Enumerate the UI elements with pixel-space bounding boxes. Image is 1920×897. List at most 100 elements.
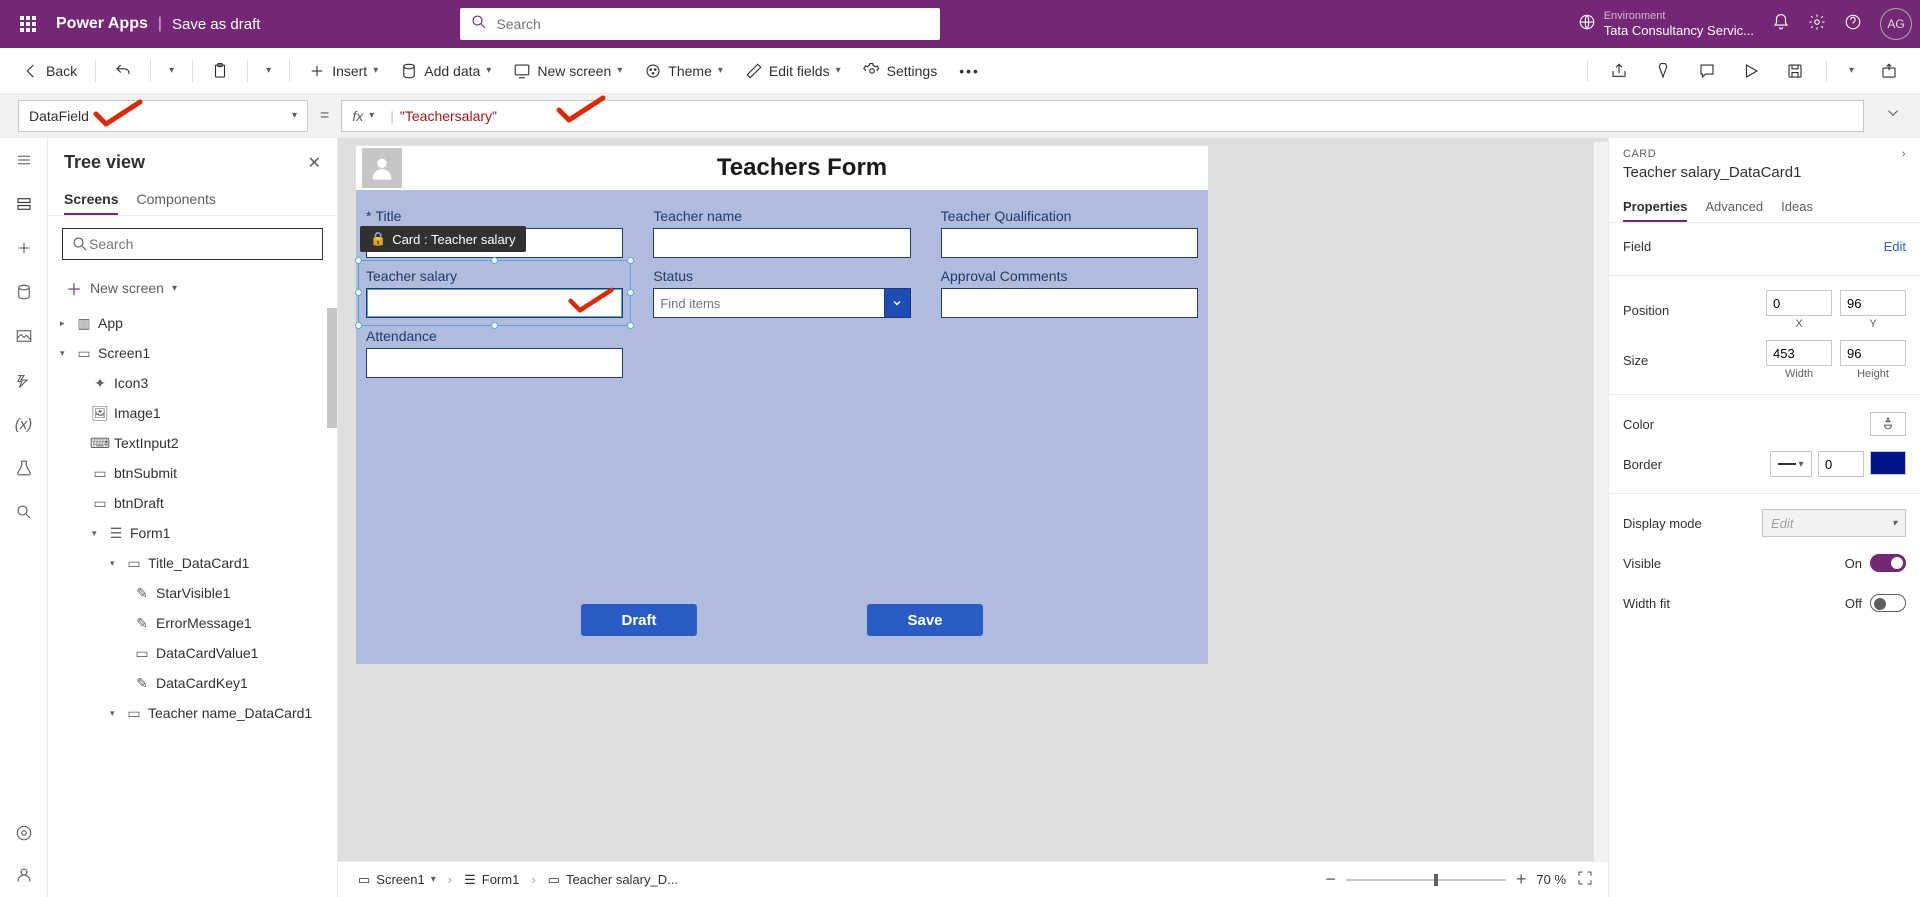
tree-search[interactable] — [62, 228, 323, 260]
tree-node-dcvalue[interactable]: ▭DataCardValue1 — [48, 638, 337, 668]
add-data-button[interactable]: Add data▾ — [392, 58, 499, 84]
input-width[interactable] — [1766, 340, 1832, 366]
play-icon[interactable] — [1734, 58, 1768, 84]
settings-button[interactable]: Settings — [855, 58, 946, 84]
help-icon[interactable] — [1844, 13, 1862, 36]
tab-screens[interactable]: Screens — [64, 185, 118, 215]
property-dropdown[interactable]: DataField ▾ — [18, 100, 308, 132]
back-button[interactable]: Back — [14, 58, 85, 84]
chevron-right-icon[interactable]: › — [1902, 148, 1906, 160]
input-attendance[interactable] — [366, 348, 623, 378]
color-picker[interactable] — [1870, 412, 1906, 436]
rail-data-icon[interactable] — [12, 280, 36, 304]
theme-button[interactable]: Theme▾ — [636, 58, 731, 84]
zoom-slider[interactable] — [1346, 879, 1506, 881]
search-input[interactable] — [496, 16, 930, 32]
display-mode-dropdown[interactable]: Edit▾ — [1762, 509, 1906, 537]
input-pos-x[interactable] — [1766, 290, 1832, 316]
tree-node-btndraft[interactable]: ▭btnDraft — [48, 488, 337, 518]
field-teacher-salary[interactable]: Teacher salary — [366, 268, 623, 318]
save-icon[interactable] — [1778, 58, 1812, 84]
share-icon[interactable] — [1602, 58, 1636, 84]
rail-hamburger-icon[interactable] — [12, 148, 36, 172]
tab-ideas[interactable]: Ideas — [1781, 193, 1813, 222]
tab-components[interactable]: Components — [136, 185, 215, 215]
new-screen-button[interactable]: New screen▾ — [505, 58, 630, 84]
tree-node-dckey[interactable]: ✎DataCardKey1 — [48, 668, 337, 698]
input-approval[interactable] — [941, 288, 1198, 318]
notifications-icon[interactable] — [1772, 13, 1790, 36]
fit-icon[interactable] — [1576, 869, 1594, 890]
tree-node-image1[interactable]: 🖼Image1 — [48, 398, 337, 428]
zoom-in-icon[interactable]: + — [1516, 869, 1527, 890]
toggle-visible[interactable] — [1870, 554, 1906, 572]
toggle-widthfit[interactable] — [1870, 594, 1906, 612]
zoom-out-icon[interactable]: − — [1325, 869, 1336, 890]
rail-media-icon[interactable] — [12, 324, 36, 348]
user-avatar[interactable]: AG — [1880, 8, 1912, 40]
formula-value: "Teachersalary" — [400, 108, 497, 124]
tree-node-icon3[interactable]: ✦Icon3 — [48, 368, 337, 398]
rail-tests-icon[interactable] — [12, 456, 36, 480]
tree-node-textinput2[interactable]: ⌨TextInput2 — [48, 428, 337, 458]
tree-node-app[interactable]: ▸▥App — [48, 308, 337, 338]
app-title: Power Apps — [56, 15, 148, 33]
tab-advanced[interactable]: Advanced — [1705, 193, 1763, 222]
rail-tree-icon[interactable] — [12, 192, 36, 216]
breadcrumb-form[interactable]: ☰Form1 — [458, 870, 525, 890]
tree-node-errormsg[interactable]: ✎ErrorMessage1 — [48, 608, 337, 638]
save-button[interactable]: Save — [867, 604, 983, 636]
title-separator: | — [158, 15, 162, 33]
draft-button[interactable]: Draft — [581, 604, 697, 636]
paste-dropdown[interactable]: ▾ — [258, 61, 279, 80]
rail-flows-icon[interactable] — [12, 368, 36, 392]
environment-selector[interactable]: Environment Tata Consultancy Servic... — [1578, 10, 1754, 39]
formula-bar: DataField ▾ = fx ▾ | "Teachersalary" — [0, 94, 1920, 138]
input-teacher-name[interactable] — [653, 228, 910, 258]
more-button[interactable]: ••• — [951, 59, 988, 83]
input-height[interactable] — [1840, 340, 1906, 366]
tree-node-teachername[interactable]: ▾▭Teacher name_DataCard1 — [48, 698, 337, 728]
paste-button[interactable] — [203, 58, 237, 84]
tree-node-btnsubmit[interactable]: ▭btnSubmit — [48, 458, 337, 488]
breadcrumb-screen[interactable]: ▭Screen1▾ — [352, 870, 442, 890]
breadcrumb-card[interactable]: ▭Teacher salary_D... — [542, 870, 684, 890]
close-icon[interactable]: ✕ — [308, 153, 321, 173]
field-attendance: Attendance — [366, 328, 623, 378]
tree-node-screen1[interactable]: ▾▭Screen1 — [48, 338, 337, 368]
border-style-picker[interactable]: ▾ — [1770, 451, 1812, 477]
tab-properties[interactable]: Properties — [1623, 193, 1687, 222]
insert-button[interactable]: Insert▾ — [300, 58, 386, 84]
rail-insert-icon[interactable] — [12, 236, 36, 260]
comments-icon[interactable] — [1690, 58, 1724, 84]
input-pos-y[interactable] — [1840, 290, 1906, 316]
tree-node-titlecard[interactable]: ▾▭Title_DataCard1 — [48, 548, 337, 578]
input-border-width[interactable] — [1818, 451, 1864, 477]
checker-icon[interactable] — [1646, 58, 1680, 84]
tree-scrollbar[interactable] — [327, 308, 337, 428]
edit-fields-button[interactable]: Edit fields▾ — [737, 58, 849, 84]
rail-variables-icon[interactable]: (x) — [12, 412, 36, 436]
publish-icon[interactable] — [1872, 58, 1906, 84]
save-dropdown[interactable]: ▾ — [1841, 61, 1862, 80]
rail-settings-icon[interactable] — [12, 821, 36, 845]
edit-field-link[interactable]: Edit — [1884, 239, 1906, 254]
input-status[interactable] — [653, 288, 884, 318]
input-teacher-salary[interactable] — [366, 288, 623, 318]
rail-virtual-agent-icon[interactable] — [12, 863, 36, 887]
global-search[interactable] — [460, 8, 940, 40]
app-launcher-icon[interactable] — [8, 16, 48, 32]
undo-dropdown[interactable]: ▾ — [161, 61, 182, 80]
border-color-picker[interactable] — [1870, 451, 1906, 475]
settings-icon[interactable] — [1808, 13, 1826, 36]
formula-input[interactable]: fx ▾ | "Teachersalary" — [341, 100, 1864, 132]
status-dropdown-icon[interactable] — [885, 288, 911, 318]
input-teacher-qual[interactable] — [941, 228, 1198, 258]
tree-node-starvisible[interactable]: ✎StarVisible1 — [48, 578, 337, 608]
tree-node-form1[interactable]: ▾☰Form1 — [48, 518, 337, 548]
rail-search-icon[interactable] — [12, 500, 36, 524]
undo-button[interactable] — [106, 58, 140, 84]
tree-search-input[interactable] — [89, 236, 314, 252]
new-screen-link[interactable]: ＋ New screen ▾ — [48, 272, 337, 308]
expand-formula-icon[interactable] — [1884, 104, 1902, 127]
